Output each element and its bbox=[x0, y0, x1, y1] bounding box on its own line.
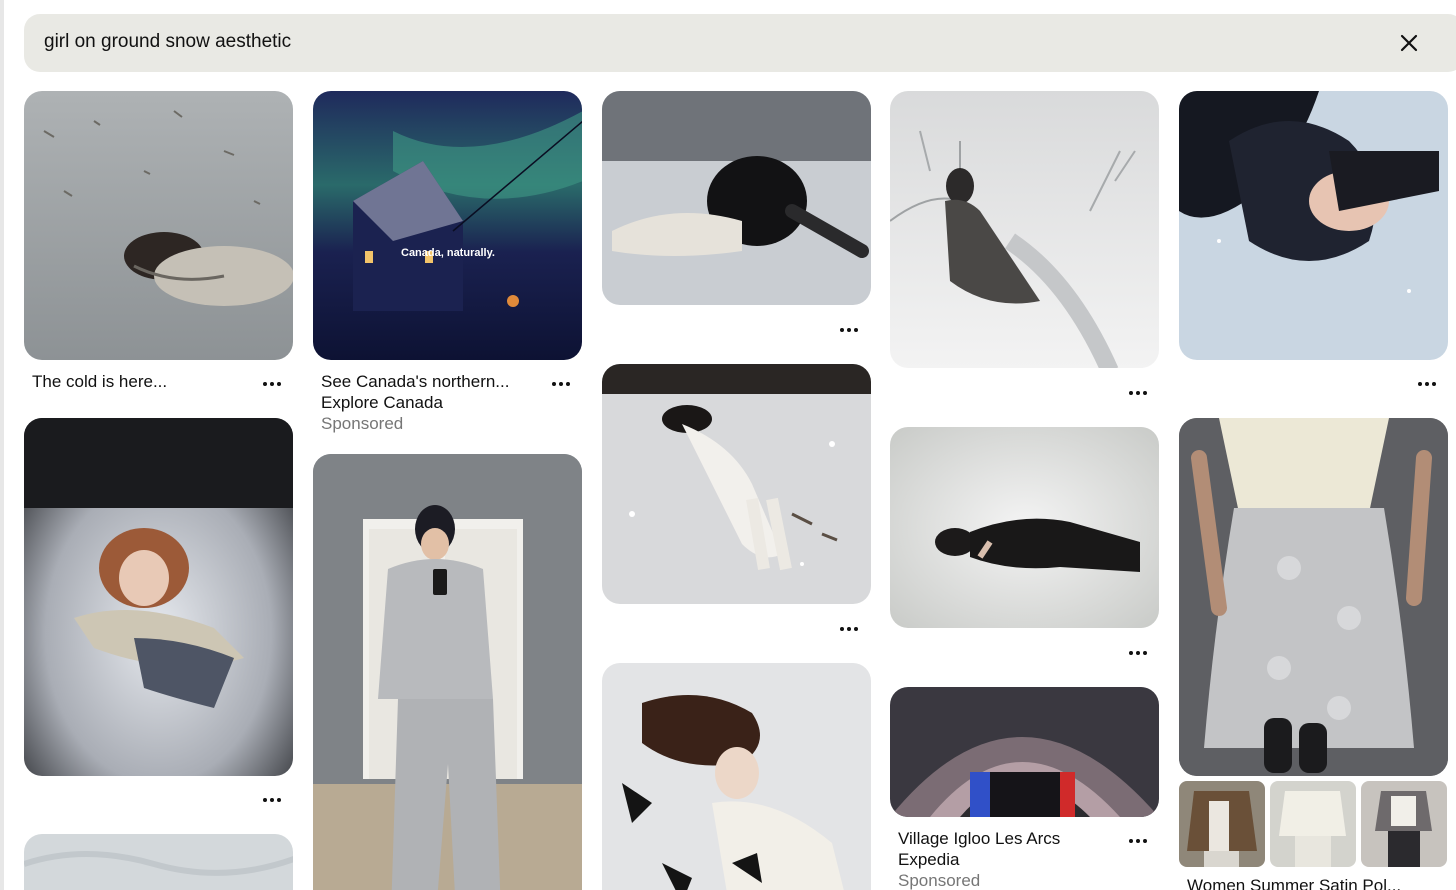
more-options-button[interactable] bbox=[1126, 834, 1150, 848]
search-results-page: girl on ground snow aesthetic The cold i… bbox=[0, 0, 1456, 890]
more-options-button[interactable] bbox=[1415, 377, 1439, 391]
pin-image-grey-sweatsuit[interactable] bbox=[313, 454, 582, 890]
pin-image-snow-surface[interactable] bbox=[24, 834, 293, 890]
pin-photo bbox=[313, 91, 582, 360]
pin-image-foggy-snow-path[interactable] bbox=[890, 91, 1159, 368]
pin-photo bbox=[602, 663, 871, 890]
pin-image-woman-lying-snow-portrait[interactable] bbox=[1179, 91, 1448, 360]
more-options-button[interactable] bbox=[837, 622, 861, 636]
more-options-button[interactable] bbox=[549, 377, 573, 391]
pin-advertiser[interactable]: Expedia bbox=[898, 850, 959, 870]
pin-photo bbox=[602, 91, 871, 305]
pin-photo bbox=[313, 454, 582, 890]
pin-title[interactable]: Women Summer Satin Pol... bbox=[1187, 876, 1401, 890]
sponsored-label: Sponsored bbox=[321, 414, 404, 433]
close-icon bbox=[1400, 34, 1418, 52]
more-options-icon bbox=[840, 627, 844, 631]
pin-photo bbox=[24, 418, 293, 776]
pin-photo bbox=[890, 427, 1159, 628]
more-options-button[interactable] bbox=[837, 323, 861, 337]
pin-photo bbox=[1179, 418, 1448, 776]
product-thumbnail[interactable] bbox=[1361, 781, 1447, 867]
pin-image-girl-lying-snow[interactable] bbox=[24, 91, 293, 360]
pin-photo bbox=[24, 834, 293, 890]
pin-image-black-outfit-snow[interactable] bbox=[890, 427, 1159, 628]
pin-image-satin-skirt[interactable] bbox=[1179, 418, 1448, 776]
more-options-icon bbox=[552, 382, 556, 386]
product-photo bbox=[1179, 781, 1265, 867]
pin-advertiser[interactable]: Explore Canada bbox=[321, 393, 443, 413]
pin-photo bbox=[890, 91, 1159, 368]
pin-photo bbox=[602, 364, 871, 604]
pin-photo bbox=[1179, 91, 1448, 360]
more-options-icon bbox=[1129, 839, 1133, 843]
pin-image-hair-spread-birds[interactable] bbox=[602, 663, 871, 890]
clear-search-button[interactable] bbox=[1394, 28, 1424, 58]
product-photo bbox=[1361, 781, 1447, 867]
product-photo bbox=[1270, 781, 1356, 867]
more-options-icon bbox=[263, 798, 267, 802]
pin-image-canada-aurora-ad[interactable] bbox=[313, 91, 582, 360]
search-bar[interactable]: girl on ground snow aesthetic bbox=[24, 14, 1456, 72]
ad-overlay-text: Canada, naturally. bbox=[401, 247, 495, 259]
pin-photo bbox=[24, 91, 293, 360]
pin-title[interactable]: See Canada's northern... bbox=[321, 372, 509, 392]
pin-image-igloo-ad[interactable] bbox=[890, 687, 1159, 817]
pin-image-dark-hair-snow[interactable] bbox=[602, 91, 871, 305]
window-edge bbox=[0, 0, 4, 890]
pin-image-night-snow-white-dress[interactable] bbox=[602, 364, 871, 604]
product-thumbnail[interactable] bbox=[1270, 781, 1356, 867]
pin-title[interactable]: Village Igloo Les Arcs bbox=[898, 829, 1060, 849]
sponsored-label: Sponsored bbox=[898, 871, 981, 890]
pin-image-girl-snow-angel[interactable] bbox=[24, 418, 293, 776]
more-options-button[interactable] bbox=[260, 793, 284, 807]
more-options-icon bbox=[1129, 391, 1133, 395]
product-thumbnail[interactable] bbox=[1179, 781, 1265, 867]
more-options-button[interactable] bbox=[260, 377, 284, 391]
more-options-button[interactable] bbox=[1126, 646, 1150, 660]
search-input[interactable]: girl on ground snow aesthetic bbox=[44, 31, 291, 53]
pin-title[interactable]: The cold is here... bbox=[32, 372, 167, 392]
pin-photo bbox=[890, 687, 1159, 817]
more-options-icon bbox=[1129, 651, 1133, 655]
more-options-icon bbox=[840, 328, 844, 332]
more-options-button[interactable] bbox=[1126, 386, 1150, 400]
more-options-icon bbox=[263, 382, 267, 386]
more-options-icon bbox=[1418, 382, 1422, 386]
